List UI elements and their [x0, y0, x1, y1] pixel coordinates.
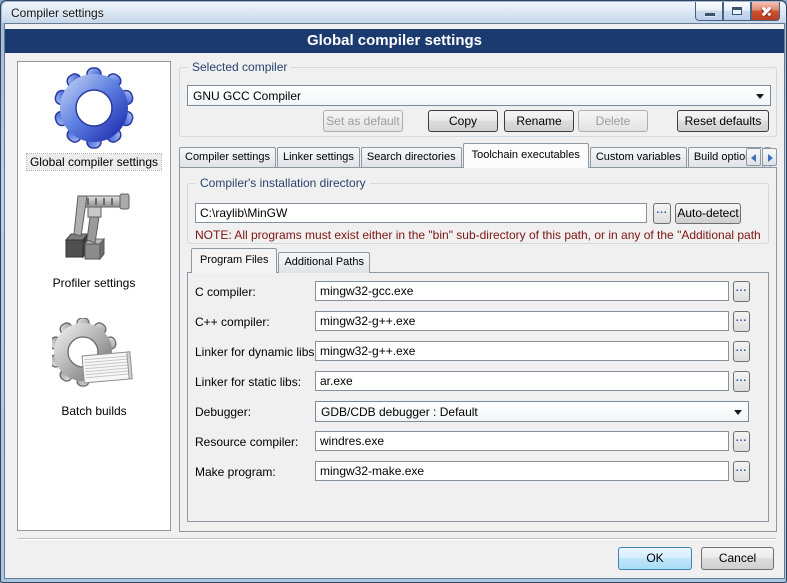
settings-tabstrip: Compiler settings Linker settings Search… [179, 143, 777, 168]
minimize-button[interactable] [695, 2, 723, 21]
subtab-program-files[interactable]: Program Files [191, 248, 277, 273]
arrow-left-icon [751, 154, 756, 162]
footer-separator [17, 538, 776, 540]
install-directory-note: NOTE: All programs must exist either in … [195, 228, 761, 242]
titlebar[interactable]: Compiler settings [2, 2, 786, 23]
row-label-cpp-compiler: C++ compiler: [195, 315, 270, 329]
copy-button[interactable]: Copy [428, 110, 498, 132]
row-label-resource-compiler: Resource compiler: [195, 435, 298, 449]
tab-scroll-right-button[interactable] [762, 148, 777, 166]
install-directory-group-label: Compiler's installation directory [196, 176, 370, 190]
sidebar-item-label: Profiler settings [50, 275, 139, 291]
sidebar-item-batch-builds[interactable]: Batch builds [18, 318, 170, 419]
rename-button[interactable]: Rename [504, 110, 574, 132]
tab-custom-variables[interactable]: Custom variables [590, 147, 687, 168]
caliper-icon [54, 259, 134, 273]
tab-search-directories[interactable]: Search directories [361, 147, 462, 168]
row-label-c-compiler: C compiler: [195, 285, 256, 299]
dynamic-linker-browse-button[interactable]: ... [733, 341, 750, 362]
make-program-input[interactable] [315, 461, 729, 481]
resource-compiler-browse-button[interactable]: ... [733, 431, 750, 452]
sidebar-item-label: Global compiler settings [27, 154, 161, 170]
set-as-default-button[interactable]: Set as default [323, 110, 403, 132]
cpp-compiler-input[interactable] [315, 311, 729, 331]
cpp-compiler-browse-button[interactable]: ... [733, 311, 750, 332]
sidebar-item-label: Batch builds [58, 403, 129, 419]
chevron-down-icon [734, 410, 742, 415]
window-title: Compiler settings [11, 6, 104, 20]
row-label-debugger: Debugger: [195, 405, 251, 419]
subtab-additional-paths[interactable]: Additional Paths [278, 252, 370, 273]
row-label-dynamic-linker: Linker for dynamic libs: [195, 345, 318, 359]
delete-button[interactable]: Delete [578, 110, 648, 132]
static-linker-browse-button[interactable]: ... [733, 371, 750, 392]
tab-toolchain-executables[interactable]: Toolchain executables [463, 143, 589, 168]
compiler-settings-dialog: Compiler settings Global compiler settin… [0, 0, 787, 583]
ok-button[interactable]: OK [618, 547, 692, 570]
make-program-browse-button[interactable]: ... [733, 461, 750, 482]
c-compiler-browse-button[interactable]: ... [733, 281, 750, 302]
chevron-down-icon [756, 94, 764, 99]
maximize-button[interactable] [723, 2, 751, 21]
debugger-select[interactable]: GDB/CDB debugger : Default [315, 401, 749, 422]
program-files-panel [187, 272, 769, 522]
reset-defaults-button[interactable]: Reset defaults [677, 110, 769, 132]
batch-gear-icon [52, 387, 136, 401]
window-controls [695, 2, 780, 21]
tab-compiler-settings[interactable]: Compiler settings [179, 147, 276, 168]
program-files-tabstrip: Program Files Additional Paths [191, 248, 371, 273]
tab-scroll-left-button[interactable] [746, 148, 761, 166]
c-compiler-input[interactable] [315, 281, 729, 301]
close-button[interactable] [751, 2, 780, 21]
tab-linker-settings[interactable]: Linker settings [277, 147, 360, 168]
page-title: Global compiler settings [5, 29, 784, 53]
dynamic-linker-input[interactable] [315, 341, 729, 361]
minimize-icon [705, 13, 715, 16]
selected-compiler-group-label: Selected compiler [188, 60, 291, 74]
compiler-select[interactable]: GNU GCC Compiler [187, 85, 771, 106]
debugger-select-value: GDB/CDB debugger : Default [321, 405, 478, 419]
sidebar-item-profiler-settings[interactable]: Profiler settings [18, 188, 170, 291]
sidebar-item-global-compiler-settings[interactable]: Global compiler settings [18, 67, 170, 170]
row-label-make-program: Make program: [195, 465, 276, 479]
cancel-button[interactable]: Cancel [701, 547, 774, 570]
static-linker-input[interactable] [315, 371, 729, 391]
resource-compiler-input[interactable] [315, 431, 729, 451]
row-label-static-linker: Linker for static libs: [195, 375, 301, 389]
auto-detect-button[interactable]: Auto-detect [675, 203, 741, 224]
maximize-icon [732, 7, 742, 15]
compiler-select-value: GNU GCC Compiler [193, 89, 301, 103]
install-directory-input[interactable] [195, 203, 647, 223]
blue-gear-icon [53, 138, 135, 152]
install-directory-browse-button[interactable]: ... [653, 203, 671, 224]
settings-category-list: Global compiler settings [17, 61, 171, 531]
arrow-right-icon [768, 154, 773, 162]
